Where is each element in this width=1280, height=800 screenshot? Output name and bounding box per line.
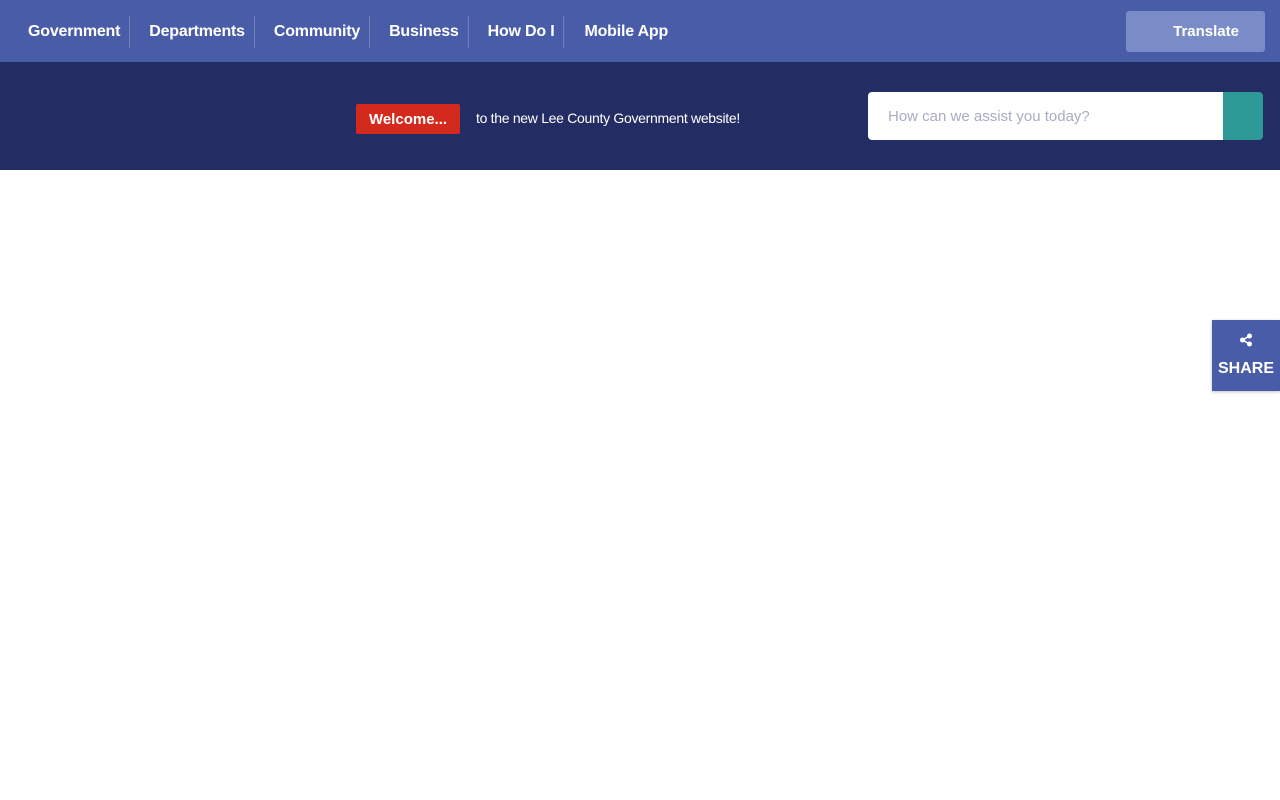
translate-button-label: Translate: [1173, 23, 1239, 40]
nav-item-business[interactable]: Business: [370, 16, 469, 48]
nav-item-government[interactable]: Government: [14, 16, 131, 48]
welcome-banner: Welcome... to the new Lee County Governm…: [0, 62, 1280, 170]
site-search: [868, 92, 1263, 140]
main-menu: Government Departments Community Busines…: [14, 16, 677, 48]
search-button[interactable]: [1223, 92, 1263, 140]
translate-button[interactable]: Translate: [1126, 11, 1265, 52]
top-navigation-bar: Government Departments Community Busines…: [0, 0, 1280, 62]
welcome-badge: Welcome...: [356, 104, 460, 134]
nav-item-mobile-app[interactable]: Mobile App: [564, 16, 677, 48]
nav-item-departments[interactable]: Departments: [130, 16, 255, 48]
welcome-message: to the new Lee County Government website…: [476, 110, 740, 126]
nav-item-how-do-i[interactable]: How Do I: [469, 16, 565, 48]
nav-item-community[interactable]: Community: [255, 16, 371, 48]
share-icon: [1240, 333, 1252, 347]
share-button[interactable]: SHARE: [1212, 320, 1280, 391]
share-label: SHARE: [1217, 360, 1274, 377]
search-input[interactable]: [868, 92, 1223, 140]
